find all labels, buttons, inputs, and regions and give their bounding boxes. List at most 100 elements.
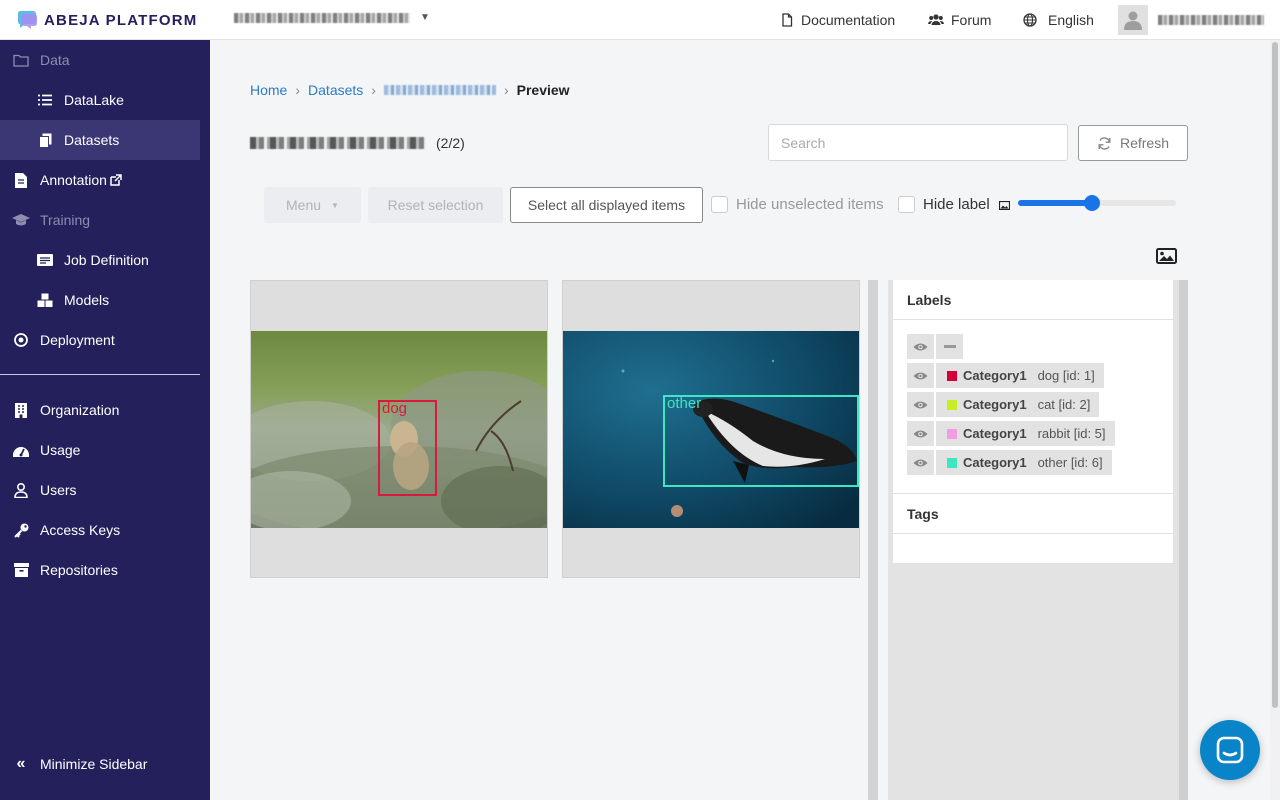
coyote-image[interactable]: dog (251, 331, 547, 528)
sidebar-item-annotation[interactable]: Annotation (0, 160, 200, 200)
dataset-item-card[interactable]: dog (250, 280, 548, 578)
bounding-box-other[interactable]: other (663, 395, 859, 487)
breadcrumb-separator: › (371, 82, 376, 98)
side-panel-area: Labels Category1 dog [id: 1] Category1 c… (868, 280, 1188, 800)
hide-unselected-checkbox[interactable] (711, 196, 728, 213)
hide-label-checkbox[interactable] (898, 196, 915, 213)
language-label: English (1048, 12, 1094, 28)
eye-icon[interactable] (907, 450, 934, 475)
bounding-box-label: other (667, 395, 702, 412)
brand-logo[interactable]: ABEJA PLATFORM (16, 10, 197, 30)
penguin-image[interactable]: other (563, 331, 859, 528)
folder-icon (12, 51, 30, 69)
eye-icon[interactable] (907, 421, 934, 446)
bounding-box-dog[interactable]: dog (378, 400, 437, 496)
building-icon (12, 401, 30, 419)
dataset-name-redacted (250, 137, 426, 149)
breadcrumb-datasets[interactable]: Datasets (308, 82, 363, 98)
sidebar-item-label: Access Keys (40, 522, 121, 538)
language-selector[interactable]: English (1023, 12, 1094, 28)
hide-label-label[interactable]: Hide label (923, 196, 990, 213)
gauge-icon (12, 441, 30, 459)
search-input[interactable] (768, 124, 1068, 161)
sidebar-item-usage[interactable]: Usage (0, 430, 200, 470)
sidebar-item-repositories[interactable]: Repositories (0, 550, 200, 590)
copy-icon (36, 131, 54, 149)
large-image-icon[interactable] (1156, 248, 1177, 264)
tags-section: Tags (893, 493, 1173, 534)
minimize-sidebar-button[interactable]: « Minimize Sidebar (0, 744, 200, 784)
id-card-icon (36, 251, 54, 269)
sidebar-item-models[interactable]: Models (0, 280, 200, 320)
target-icon (12, 331, 30, 349)
panel-scrollbar[interactable] (1179, 280, 1188, 800)
breadcrumb-dataset-redacted[interactable] (383, 85, 496, 95)
label-chip[interactable]: Category1 other [id: 6] (936, 450, 1112, 475)
users-group-icon (928, 14, 944, 25)
refresh-label: Refresh (1119, 135, 1170, 151)
eye-icon[interactable] (907, 392, 934, 417)
select-all-label: Select all displayed items (527, 197, 686, 213)
key-icon (12, 521, 30, 539)
sidebar-item-training: Training (0, 200, 200, 240)
brand-name: ABEJA PLATFORM (44, 11, 198, 29)
image-size-slider-handle[interactable] (1084, 195, 1100, 211)
sidebar-item-access-keys[interactable]: Access Keys (0, 510, 200, 550)
user-avatar-icon (1124, 11, 1142, 30)
organization-selector[interactable]: ▼ (234, 12, 430, 23)
external-link-icon (110, 174, 122, 186)
label-name: other [id: 6] (1037, 455, 1103, 470)
reset-selection-button[interactable]: Reset selection (368, 187, 503, 223)
minus-icon[interactable] (936, 334, 963, 359)
label-row-cat[interactable]: Category1 cat [id: 2] (907, 392, 1100, 417)
label-row-other[interactable]: Category1 other [id: 6] (907, 450, 1112, 475)
breadcrumb-home[interactable]: Home (250, 82, 287, 98)
label-category: Category1 (963, 455, 1027, 470)
label-chip[interactable]: Category1 rabbit [id: 5] (936, 421, 1115, 446)
label-chip[interactable]: Category1 cat [id: 2] (936, 392, 1100, 417)
image-size-slider[interactable] (1018, 195, 1176, 211)
refresh-icon (1098, 136, 1111, 150)
forum-link[interactable]: Forum (928, 12, 991, 28)
sidebar-item-label: Training (40, 212, 91, 228)
label-chip[interactable]: Category1 dog [id: 1] (936, 363, 1104, 388)
label-name: cat [id: 2] (1037, 397, 1091, 412)
bounding-box-label: dog (382, 400, 408, 417)
sidebar-item-organization[interactable]: Organization (0, 390, 200, 430)
label-category: Category1 (963, 426, 1027, 441)
toggle-all-labels-row[interactable] (907, 334, 965, 359)
select-all-button[interactable]: Select all displayed items (510, 187, 703, 223)
eye-icon[interactable] (907, 334, 934, 359)
menu-label: Menu (286, 197, 322, 213)
top-bar: ABEJA PLATFORM ▼ Documentation Forum Eng… (0, 0, 1280, 40)
eye-icon[interactable] (907, 363, 934, 388)
sidebar-item-job-definition[interactable]: Job Definition (0, 240, 200, 280)
documentation-link[interactable]: Documentation (780, 12, 895, 28)
dataset-title: (2/2) (250, 135, 465, 151)
refresh-button[interactable]: Refresh (1078, 125, 1188, 161)
caret-down-icon: ▼ (331, 200, 339, 210)
sidebar-item-data: Data (0, 40, 200, 80)
dataset-item-card[interactable]: other (562, 280, 860, 578)
sidebar-item-datalake[interactable]: DataLake (0, 80, 200, 120)
sidebar-item-label: Usage (40, 442, 81, 458)
sidebar-divider (0, 374, 200, 375)
chat-widget-button[interactable] (1200, 720, 1260, 780)
sidebar-item-users[interactable]: Users (0, 470, 200, 510)
hide-unselected-label[interactable]: Hide unselected items (736, 196, 884, 213)
avatar[interactable] (1118, 5, 1148, 35)
label-color-swatch (947, 399, 957, 410)
menu-dropdown-button[interactable]: Menu ▼ (264, 187, 361, 223)
username-redacted[interactable] (1158, 15, 1264, 25)
sidebar-item-deployment[interactable]: Deployment (0, 320, 200, 360)
dataset-item-count: (2/2) (436, 135, 465, 151)
forum-label: Forum (951, 12, 992, 28)
user-icon (12, 481, 30, 499)
label-row-dog[interactable]: Category1 dog [id: 1] (907, 363, 1104, 388)
page-scrollbar-thumb[interactable] (1272, 42, 1278, 708)
sidebar-item-datasets[interactable]: Datasets (0, 120, 200, 160)
page-scrollbar[interactable] (1270, 40, 1280, 800)
label-row-rabbit[interactable]: Category1 rabbit [id: 5] (907, 421, 1115, 446)
chevron-down-icon: ▼ (420, 12, 430, 23)
labels-panel: Labels Category1 dog [id: 1] Category1 c… (892, 280, 1174, 564)
